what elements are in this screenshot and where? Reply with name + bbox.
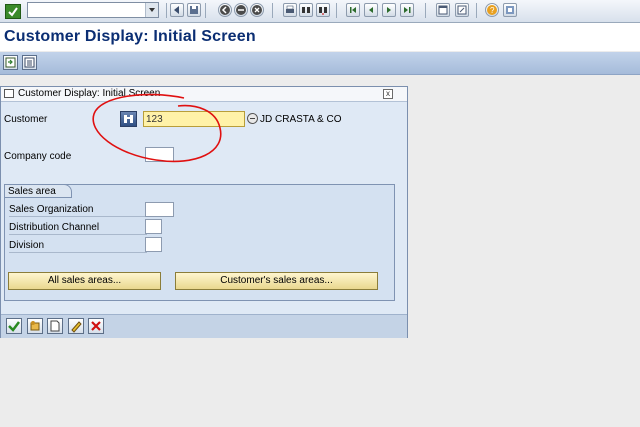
sales-area-group: Sales area Sales Organization Distributi… [4,184,395,301]
company-code-label: Company code [4,151,72,162]
find-icon[interactable] [299,3,313,17]
change-icon[interactable] [68,318,84,334]
command-history-dropdown[interactable] [145,3,158,17]
title-bar: Customer Display: Initial Screen [0,23,640,51]
company-code-input[interactable] [145,147,174,162]
toolbar-separator [336,3,337,18]
toolbar-separator [476,3,477,18]
row-divider [9,252,147,253]
dialog-header: Customer Display: Initial Screen x [1,87,407,102]
dialog-footer [1,314,407,338]
distribution-channel-input[interactable] [145,219,162,234]
sales-organization-input[interactable] [145,202,174,217]
row-divider [9,216,147,217]
division-label: Division [9,240,45,251]
first-page-icon[interactable] [346,3,360,17]
customer-label: Customer [4,114,48,125]
cancel-icon[interactable] [88,318,104,334]
sales-organization-label: Sales Organization [9,204,94,215]
command-input[interactable] [28,3,148,17]
close-icon[interactable]: x [383,89,393,99]
value-help-icon[interactable] [247,113,258,124]
toolbar-separator [166,3,167,18]
row-divider [9,234,147,235]
dialog-title: Customer Display: Initial Screen [18,88,161,99]
last-page-icon[interactable] [400,3,414,17]
customer-display-dialog: Customer Display: Initial Screen x Custo… [0,86,408,338]
page-title: Customer Display: Initial Screen [4,28,256,45]
previous-page-icon[interactable] [364,3,378,17]
exit-icon[interactable] [234,3,248,17]
customer-name: JD CRASTA & CO [260,114,342,125]
all-sales-areas-button[interactable]: All sales areas... [8,272,161,290]
distribution-channel-label: Distribution Channel [9,222,100,233]
create-icon[interactable] [47,318,63,334]
customize-layout-icon[interactable] [503,3,517,17]
create-session-icon[interactable] [436,3,450,17]
other-customer-icon[interactable] [27,318,43,334]
print-icon[interactable] [283,3,297,17]
command-field[interactable] [27,2,159,18]
other-object-icon[interactable] [3,55,18,70]
toolbar-separator [425,3,426,18]
search-help-icon[interactable] [120,111,137,127]
toolbar-separator [205,3,206,18]
cancel-icon[interactable] [250,3,264,17]
dialog-window-icon [4,89,14,98]
shortcut-icon[interactable] [455,3,469,17]
application-toolbar [0,52,640,75]
svg-text:?: ? [490,6,495,15]
back-arrow-icon[interactable] [218,3,232,17]
toolbar-separator [272,3,273,18]
sales-area-group-label: Sales area [8,186,56,197]
sales-area-group-tab: Sales area [4,184,72,198]
find-next-icon[interactable] [316,3,330,17]
display-list-icon[interactable] [22,55,37,70]
save-icon[interactable] [187,3,201,17]
help-icon[interactable]: ? [485,3,499,17]
division-input[interactable] [145,237,162,252]
system-toolbar: ? [0,0,640,23]
enter-check-icon[interactable] [5,4,21,19]
next-page-icon[interactable] [382,3,396,17]
continue-check-icon[interactable] [6,318,22,334]
back-icon[interactable] [170,3,184,17]
customers-sales-areas-button[interactable]: Customer's sales areas... [175,272,378,290]
customer-input[interactable] [143,111,245,127]
